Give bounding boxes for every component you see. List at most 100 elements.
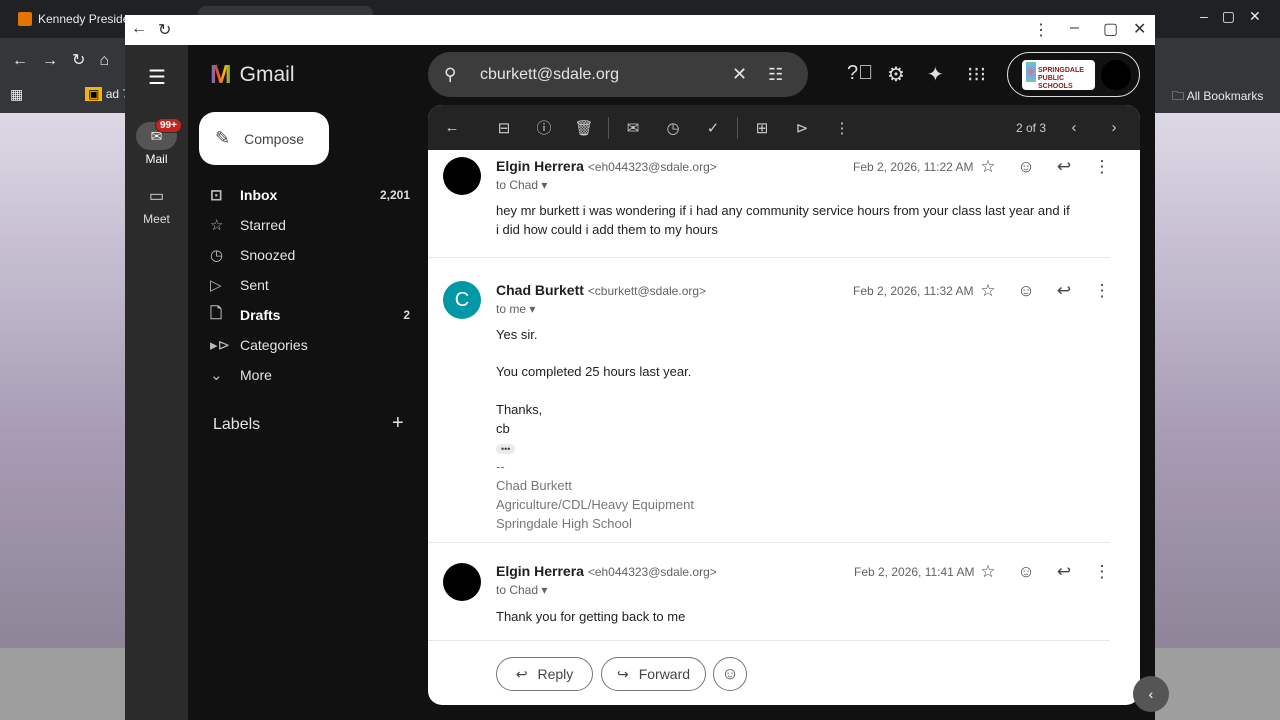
sender-email: <eh044323@sdale.org> xyxy=(587,565,717,579)
gemini-icon[interactable]: ✦ xyxy=(927,62,944,87)
star-icon[interactable]: ☆ xyxy=(973,157,1003,177)
nav-label: Sent xyxy=(240,277,269,293)
snooze-icon[interactable]: ◷ xyxy=(653,119,693,137)
search-bar[interactable]: ⚲ cburkett@sdale.org ✕ ☷ xyxy=(428,52,808,97)
nav-label: Snoozed xyxy=(240,247,296,263)
back-to-inbox-icon[interactable]: ← xyxy=(432,119,472,136)
org-logo-tree-icon xyxy=(1026,62,1036,82)
nav-count: 2,201 xyxy=(379,188,410,202)
more-icon[interactable]: ⋮ xyxy=(1087,157,1117,177)
meet-icon[interactable]: ▭ xyxy=(125,186,188,206)
label-icon: ▸⊳ xyxy=(210,337,231,354)
nav-item-categories[interactable]: ▸⊳ Categories xyxy=(210,330,410,360)
recipient-text: to Chad xyxy=(496,583,539,597)
send-icon: ▷ xyxy=(210,277,222,294)
email-thread-card: ← ⊟ ⓘ 🗑 ✉ ◷ ✓ ⊞ ⊳ ⋮ 2 of 3 ‹ › Elgin Her… xyxy=(428,105,1140,705)
star-icon[interactable]: ☆ xyxy=(973,281,1003,301)
sender-name[interactable]: Chad Burkett <cburkett@sdale.org> xyxy=(496,282,706,298)
trash-icon[interactable]: 🗑 xyxy=(564,119,604,137)
search-icon[interactable]: ⚲ xyxy=(444,65,480,85)
avatar[interactable] xyxy=(1101,60,1131,90)
nav-item-more[interactable]: ⌄ More xyxy=(210,360,410,390)
clock-icon: ◷ xyxy=(210,247,224,264)
reply-icon[interactable]: ↩ xyxy=(1049,157,1079,177)
hamburger-menu-icon[interactable]: ☰ xyxy=(148,65,166,90)
emoji-icon[interactable]: ☺ xyxy=(1011,562,1041,582)
emoji-icon[interactable]: ☺ xyxy=(1011,281,1041,301)
nav-item-inbox[interactable]: ⊡ Inbox 2,201 xyxy=(210,180,410,210)
recipient-toggle[interactable]: to Chad ▾ xyxy=(496,583,547,597)
mark-unread-icon[interactable]: ✉ xyxy=(613,119,653,137)
account-switcher[interactable]: SPRINGDALE PUBLIC SCHOOLS xyxy=(1007,52,1140,97)
forward-label: Forward xyxy=(638,666,691,682)
message-body: hey mr burkett i was wondering if i had … xyxy=(496,203,1070,237)
all-bookmarks[interactable]: 🗀 All Bookmarks xyxy=(1172,87,1263,108)
apps-icon[interactable]: ▦ xyxy=(10,86,23,103)
menu-icon[interactable]: ⋮ xyxy=(1033,20,1049,40)
emoji-reaction-button[interactable]: ☺ xyxy=(713,657,747,691)
emoji-icon[interactable]: ☺ xyxy=(1011,157,1041,177)
recipient-toggle[interactable]: to Chad ▾ xyxy=(496,178,547,192)
meet-label[interactable]: Meet xyxy=(125,212,188,226)
back-icon[interactable]: ← xyxy=(131,20,147,38)
window-controls[interactable]: –▢✕ xyxy=(1200,8,1275,25)
close-icon[interactable]: ✕ xyxy=(1133,19,1146,39)
label-icon[interactable]: ⊳ xyxy=(782,119,822,137)
add-task-icon[interactable]: ✓ xyxy=(693,119,733,137)
gear-icon[interactable]: ⚙ xyxy=(887,62,905,87)
nav-label: Inbox xyxy=(240,187,278,203)
star-icon: ☆ xyxy=(210,217,224,234)
report-spam-icon[interactable]: ⓘ xyxy=(524,117,564,138)
bookmark-item[interactable]: ▣ ad 7 xyxy=(85,87,129,101)
reply-button[interactable]: ↩ Reply xyxy=(496,657,593,691)
nav-label: Starred xyxy=(240,217,286,233)
tab-title: Kennedy Preside xyxy=(38,12,130,26)
sender-name[interactable]: Elgin Herrera <eh044323@sdale.org> xyxy=(496,158,717,174)
forward-button[interactable]: ↪ Forward xyxy=(601,657,706,691)
recipient-toggle[interactable]: to me ▾ xyxy=(496,302,535,316)
more-icon[interactable]: ⋮ xyxy=(1087,562,1117,582)
help-icon[interactable]: ?⃝ xyxy=(847,62,873,85)
newer-icon[interactable]: ‹ xyxy=(1054,119,1094,136)
add-label-icon[interactable]: + xyxy=(392,412,404,435)
side-panel-toggle[interactable]: ‹ xyxy=(1133,676,1169,712)
nav-buttons[interactable]: ←→↻⌂ xyxy=(12,50,123,70)
signature-line: Chad Burkett xyxy=(496,478,572,493)
message-date: Feb 2, 2026, 11:22 AM xyxy=(853,160,974,174)
search-options-icon[interactable]: ☷ xyxy=(768,65,808,85)
signature-line: Springdale High School xyxy=(496,516,632,531)
nav-item-sent[interactable]: ▷ Sent xyxy=(210,270,410,300)
nav-item-starred[interactable]: ☆ Starred xyxy=(210,210,410,240)
sender-name[interactable]: Elgin Herrera <eh044323@sdale.org> xyxy=(496,563,717,579)
browser-tab[interactable]: Kennedy Preside xyxy=(18,8,129,30)
sender-name-text: Elgin Herrera xyxy=(496,158,584,174)
gmail-logo[interactable]: M Gmail xyxy=(210,59,295,90)
compose-button[interactable]: ✎ Compose xyxy=(199,112,329,165)
gmail-m-icon: M xyxy=(210,59,232,89)
reload-icon[interactable]: ↻ xyxy=(158,20,171,40)
search-input[interactable]: cburkett@sdale.org xyxy=(480,66,732,84)
show-trimmed-content-button[interactable]: ••• xyxy=(496,444,516,454)
apps-grid-icon[interactable]: ⁝⁝⁝ xyxy=(967,62,986,87)
more-icon[interactable]: ⋮ xyxy=(822,119,862,137)
clear-search-icon[interactable]: ✕ xyxy=(732,64,768,85)
mail-badge: 99+ xyxy=(155,118,182,133)
tab-favicon-icon xyxy=(18,12,32,26)
reply-icon[interactable]: ↩ xyxy=(1049,281,1079,301)
reply-icon[interactable]: ↩ xyxy=(1049,562,1079,582)
minimize-icon[interactable]: – xyxy=(1070,19,1079,37)
archive-icon[interactable]: ⊟ xyxy=(484,119,524,137)
org-logo: SPRINGDALE PUBLIC SCHOOLS xyxy=(1022,60,1095,90)
message-date: Feb 2, 2026, 11:32 AM xyxy=(853,284,974,298)
draft-icon: 🗋 xyxy=(210,304,223,322)
pencil-icon: ✎ xyxy=(215,128,231,148)
maximize-icon[interactable]: ▢ xyxy=(1103,19,1118,39)
nav-item-snoozed[interactable]: ◷ Snoozed xyxy=(210,240,410,270)
older-icon[interactable]: › xyxy=(1094,119,1134,136)
forward-icon: ↪ xyxy=(616,665,629,682)
more-icon[interactable]: ⋮ xyxy=(1087,281,1117,301)
nav-item-drafts[interactable]: 🗋 Drafts 2 xyxy=(210,300,410,330)
move-to-icon[interactable]: ⊞ xyxy=(742,119,782,137)
chevron-down-icon: ⌄ xyxy=(210,367,223,384)
star-icon[interactable]: ☆ xyxy=(973,562,1003,582)
